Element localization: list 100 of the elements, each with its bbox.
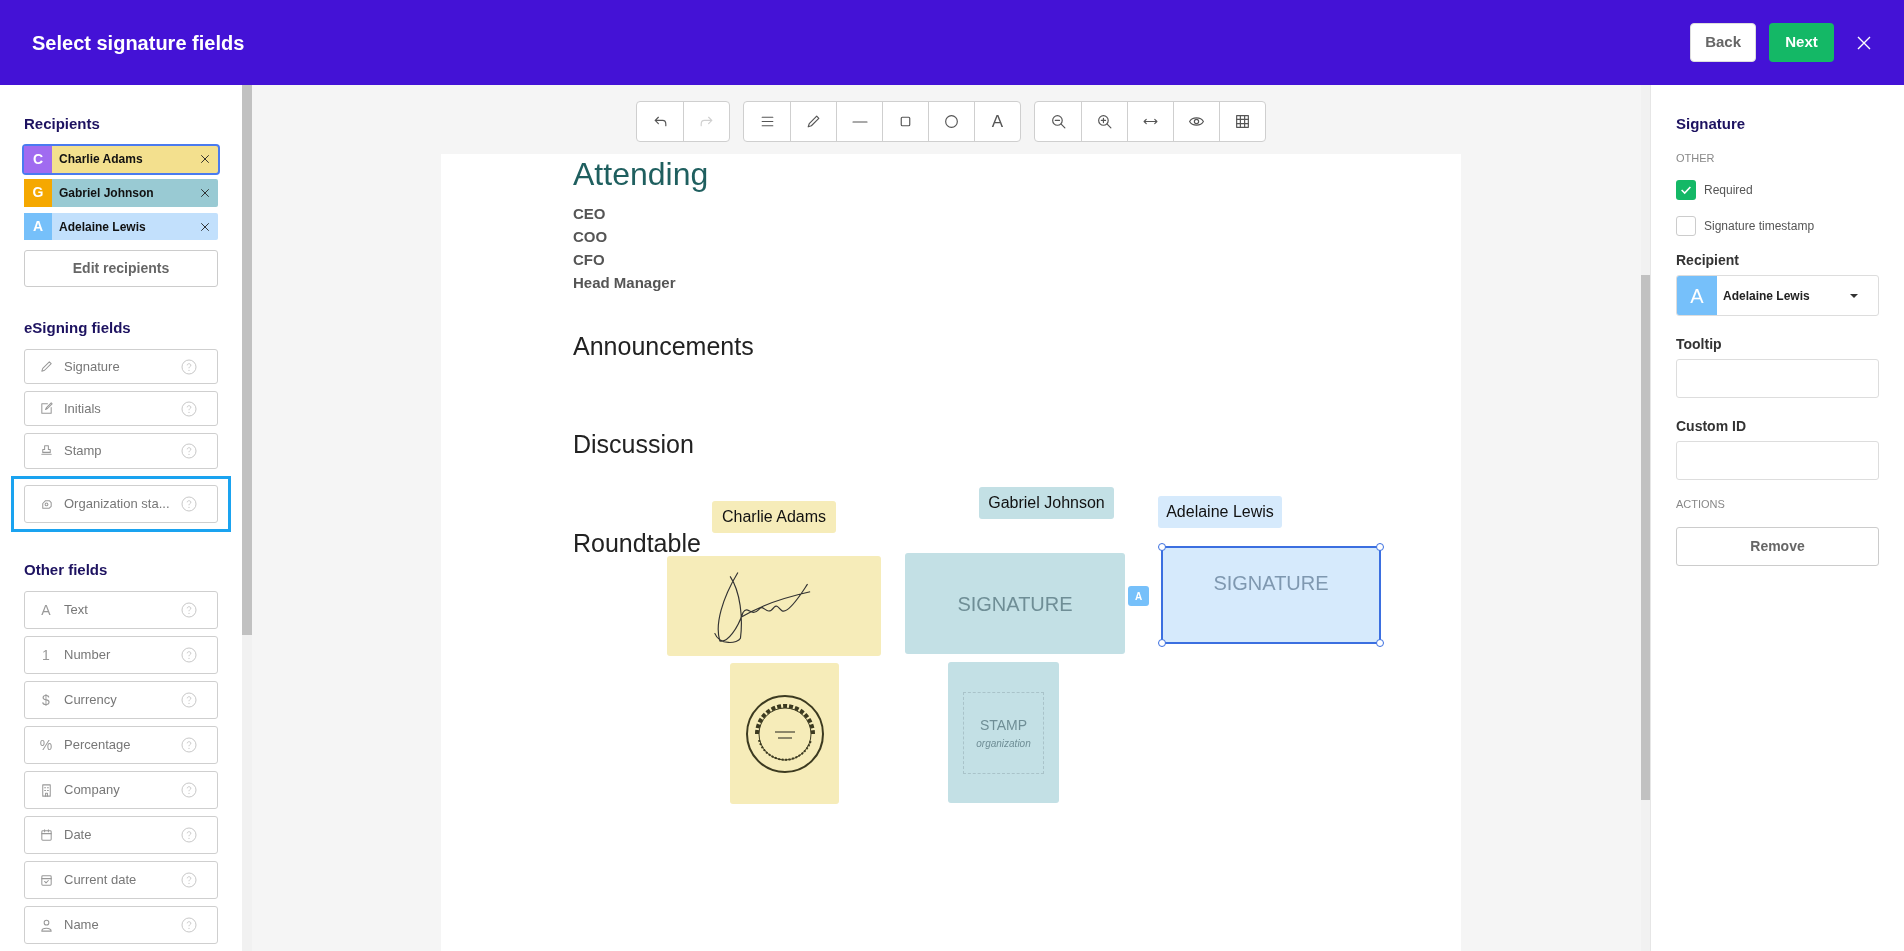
recipient-tag[interactable]: Gabriel Johnson: [979, 487, 1114, 519]
pencil-icon: [805, 113, 822, 130]
attendee-text: COO: [573, 227, 608, 247]
section-heading: Other fields: [24, 559, 109, 580]
checkbox[interactable]: [1676, 180, 1696, 200]
field-item[interactable]: Stamp: [24, 433, 218, 469]
recipient-name: Charlie Adams: [58, 151, 144, 169]
close-icon[interactable]: [1856, 34, 1872, 51]
scrollbar-thumb[interactable]: [1641, 275, 1650, 800]
help-icon[interactable]: [181, 495, 197, 512]
recipient-initial: A: [1677, 276, 1717, 315]
section-heading: Announcements: [573, 331, 754, 362]
help-icon[interactable]: [181, 400, 197, 417]
zoom-out-icon: [1049, 113, 1067, 130]
field-glyph: 1: [41, 645, 51, 665]
remove-icon[interactable]: [199, 186, 211, 199]
field-label: Company: [63, 781, 121, 800]
recipient-initial: C: [24, 145, 52, 174]
field-glyph: $: [41, 690, 51, 710]
field-item[interactable]: Initials: [24, 391, 218, 427]
section-heading: eSigning fields: [24, 317, 132, 338]
help-icon[interactable]: [181, 602, 197, 619]
field-glyph: %: [38, 735, 54, 755]
pencil-icon: [38, 359, 54, 375]
field-item[interactable]: $ Currency: [24, 681, 218, 720]
field-item[interactable]: % Percentage: [24, 726, 218, 765]
help-icon[interactable]: [181, 647, 197, 664]
text-input[interactable]: [1676, 359, 1879, 398]
attendee-text: CEO: [573, 204, 606, 224]
signature-field[interactable]: SIGNATURE: [905, 553, 1125, 654]
field-item[interactable]: Current date: [24, 861, 218, 900]
stamp-label: STAMP: [979, 715, 1028, 735]
stamp-sublabel: organization: [976, 736, 1031, 751]
signature-field[interactable]: [667, 556, 881, 656]
text-tool-button[interactable]: A: [974, 102, 1020, 141]
recipient-name: Adelaine Lewis: [58, 218, 147, 236]
recipient-name: Adelaine Lewis: [1722, 287, 1811, 305]
recipient-name: Gabriel Johnson: [58, 184, 155, 202]
help-icon[interactable]: [181, 692, 197, 709]
recipient-chip[interactable]: A Adelaine Lewis: [24, 212, 218, 241]
field-label: Recipient: [1676, 251, 1740, 270]
recipient-initial: A: [24, 212, 52, 241]
attendee-text: Head Manager: [573, 273, 676, 293]
page-title: Select signature fields: [32, 30, 246, 56]
recipient-initial: G: [24, 179, 52, 207]
person-icon: [38, 917, 54, 933]
edit-icon: [38, 401, 54, 417]
field-label: Initials: [63, 400, 102, 418]
resize-handle[interactable]: [1158, 543, 1166, 551]
attendee-text: CFO: [573, 250, 605, 270]
resize-handle[interactable]: [1376, 543, 1384, 551]
header-button[interactable]: Next: [1769, 23, 1834, 62]
edit-recipients-button[interactable]: Edit recipients: [24, 250, 218, 287]
field-label: Current date: [63, 871, 138, 890]
help-icon[interactable]: [181, 827, 197, 844]
remove-icon[interactable]: [199, 153, 211, 166]
remove-button[interactable]: Remove: [1676, 526, 1879, 566]
help-icon[interactable]: [181, 737, 197, 754]
help-icon[interactable]: [181, 358, 197, 375]
field-glyph: A: [40, 600, 52, 620]
field-item[interactable]: 1 Number: [24, 636, 218, 675]
field-item[interactable]: Date: [24, 816, 218, 855]
field-label: Number: [63, 646, 112, 665]
field-item[interactable]: A Text: [24, 591, 218, 630]
stamp-field[interactable]: STAMP organization: [948, 662, 1059, 803]
recipient-tag[interactable]: Charlie Adams: [712, 501, 836, 533]
calendar-check-icon: [38, 872, 54, 888]
text-input[interactable]: [1676, 441, 1879, 480]
field-label: Date: [63, 826, 93, 845]
field-item[interactable]: Company: [24, 771, 218, 810]
help-icon[interactable]: [181, 782, 197, 799]
grid-icon: [1234, 113, 1251, 130]
remove-icon[interactable]: [199, 220, 211, 233]
panel-title: Signature: [1676, 114, 1747, 134]
field-item[interactable]: Signature: [24, 349, 218, 385]
recipient-select[interactable]: A Adelaine Lewis: [1676, 275, 1879, 316]
help-icon[interactable]: [181, 872, 197, 889]
recipient-chip[interactable]: G Gabriel Johnson: [24, 179, 218, 207]
recipient-chip[interactable]: C Charlie Adams: [24, 145, 218, 174]
recipient-badge: A: [1128, 586, 1149, 606]
help-icon[interactable]: [181, 917, 197, 934]
signature-field[interactable]: SIGNATURE: [1161, 546, 1381, 644]
section-label: OTHER: [1676, 150, 1716, 166]
section-heading: Discussion: [573, 429, 694, 460]
help-icon[interactable]: [181, 442, 197, 459]
field-item[interactable]: Organization sta...: [24, 484, 218, 523]
line-icon: [851, 120, 868, 123]
resize-handle[interactable]: [1158, 639, 1166, 647]
field-item[interactable]: Name: [24, 906, 218, 945]
resize-handle[interactable]: [1376, 639, 1384, 647]
recipient-tag[interactable]: Adelaine Lewis: [1158, 496, 1282, 528]
scrollbar-thumb[interactable]: [242, 85, 252, 635]
header-button[interactable]: Back: [1690, 23, 1756, 62]
checkbox[interactable]: [1676, 216, 1696, 236]
stamp-field[interactable]: [730, 663, 839, 804]
field-label: Tooltip: [1676, 335, 1723, 354]
field-label: Custom ID: [1676, 417, 1747, 436]
field-label: Currency: [63, 691, 118, 710]
circle-icon: [943, 113, 960, 130]
checkbox-label: Required: [1704, 182, 1753, 199]
